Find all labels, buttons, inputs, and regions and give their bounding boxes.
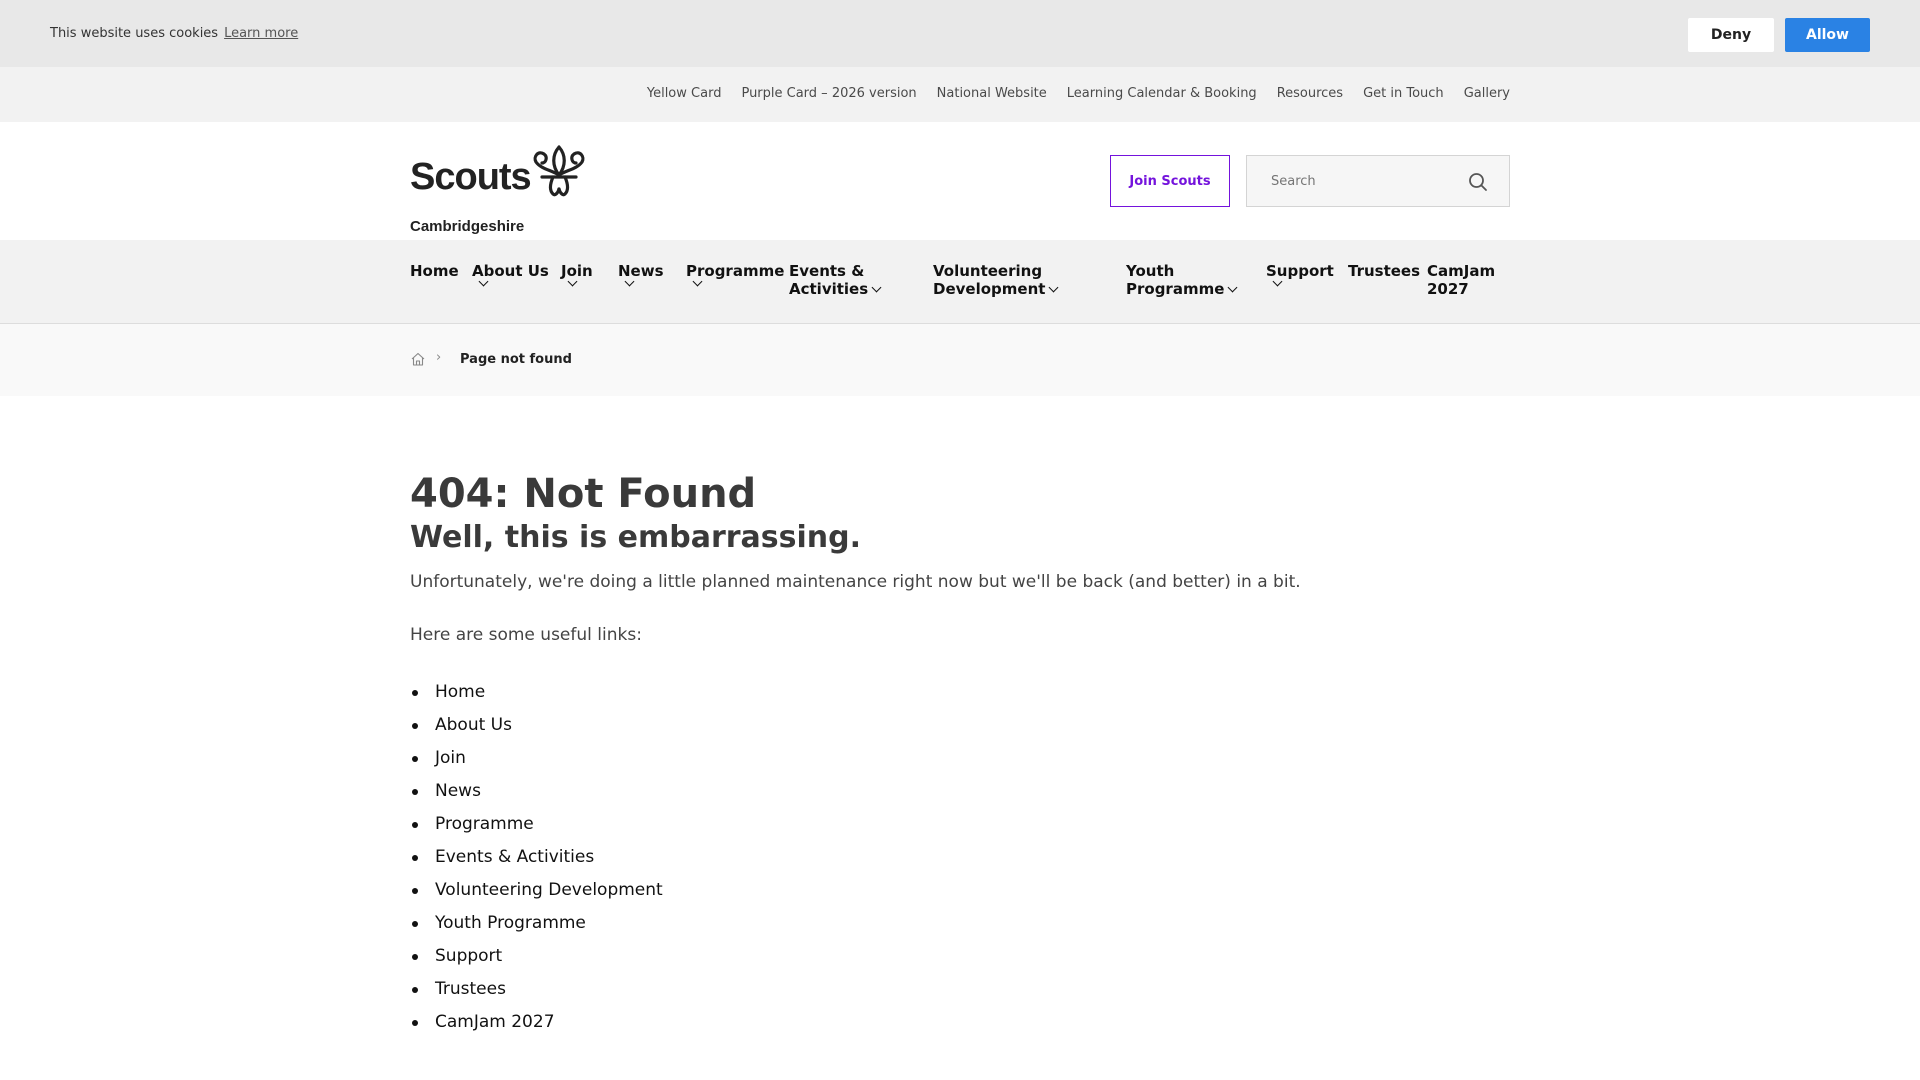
useful-link-volunteering-development[interactable]: Volunteering Development: [410, 874, 1510, 907]
nav-item-about-us[interactable]: About Us: [472, 262, 549, 288]
cookie-allow-button[interactable]: Allow: [1785, 18, 1870, 52]
nav-item-news[interactable]: News: [618, 262, 664, 288]
useful-links-intro: Here are some useful links:: [410, 625, 642, 645]
scouts-logo[interactable]: Scouts Cambridgeshire: [410, 144, 590, 235]
cookie-text: This website uses cookies: [50, 26, 219, 41]
search-input[interactable]: [1247, 156, 1457, 206]
useful-link-events-activities[interactable]: Events & Activities: [410, 841, 1510, 874]
chevron-down-icon: [1227, 282, 1238, 293]
nav-label-line2: Activities: [789, 280, 869, 298]
useful-link-home[interactable]: Home: [410, 676, 1510, 709]
join-scouts-button[interactable]: Join Scouts: [1110, 155, 1230, 207]
utility-link-resources[interactable]: Resources: [1277, 86, 1343, 101]
useful-links-list: Home About Us Join News Programme Events…: [410, 676, 1510, 1039]
chevron-down-icon: [1048, 282, 1059, 293]
nav-item-trustees[interactable]: Trustees: [1348, 262, 1420, 280]
search-box: [1246, 155, 1510, 207]
nav-item-support[interactable]: Support: [1266, 262, 1334, 288]
nav-label-line2: 2027: [1427, 280, 1469, 298]
useful-link-youth-programme[interactable]: Youth Programme: [410, 907, 1510, 940]
breadcrumb-current: Page not found: [460, 352, 572, 367]
utility-link-learning-calendar[interactable]: Learning Calendar & Booking: [1067, 86, 1257, 101]
nav-label: Join: [561, 262, 593, 280]
cookie-learn-more-link[interactable]: Learn more: [224, 26, 298, 41]
useful-link-support[interactable]: Support: [410, 940, 1510, 973]
nav-label-line1: CamJam: [1427, 262, 1496, 280]
logo-wordmark: Scouts: [410, 156, 532, 198]
utility-link-national-website[interactable]: National Website: [937, 86, 1047, 101]
utility-nav: Yellow Card Purple Card – 2026 version N…: [0, 67, 1920, 122]
useful-link-news[interactable]: News: [410, 775, 1510, 808]
page-title: 404: Not Found: [410, 471, 757, 517]
logo-subtitle: Cambridgeshire: [410, 218, 525, 235]
utility-link-yellow-card[interactable]: Yellow Card: [647, 86, 722, 101]
nav-label-line1: Youth: [1126, 262, 1175, 280]
nav-label: Home: [410, 262, 459, 280]
chevron-right-icon: ›: [436, 350, 442, 365]
utility-link-purple-card[interactable]: Purple Card – 2026 version: [741, 86, 916, 101]
nav-label: News: [618, 262, 664, 280]
useful-link-programme[interactable]: Programme: [410, 808, 1510, 841]
utility-links: Yellow Card Purple Card – 2026 version N…: [647, 86, 1510, 101]
utility-link-gallery[interactable]: Gallery: [1464, 86, 1510, 101]
nav-label-line2: Development: [933, 280, 1046, 298]
cookie-banner: This website uses cookies Learn more Deny…: [0, 0, 1920, 67]
main-content: 404: Not Found Well, this is embarrassin…: [410, 470, 1510, 1039]
cookie-message: This website uses cookies Learn more: [50, 26, 298, 41]
maintenance-message: Unfortunately, we're doing a little plan…: [410, 572, 1301, 592]
nav-item-programme[interactable]: Programme: [686, 262, 784, 288]
search-icon[interactable]: [1467, 171, 1489, 193]
home-icon[interactable]: [410, 351, 426, 367]
main-nav: Home About Us Join News Programme Events…: [0, 240, 1920, 324]
site-header: Scouts Cambridgeshire Join Scouts: [0, 122, 1920, 240]
breadcrumb: › Page not found: [0, 324, 1920, 396]
nav-item-youth-programme[interactable]: Youth Programme: [1126, 262, 1238, 298]
nav-item-home[interactable]: Home: [410, 262, 459, 280]
useful-link-about-us[interactable]: About Us: [410, 709, 1510, 742]
nav-item-join[interactable]: Join: [561, 262, 593, 288]
fleur-de-lis-icon: [533, 145, 585, 197]
nav-label: Trustees: [1348, 262, 1421, 280]
chevron-down-icon: [871, 282, 882, 293]
nav-label-line1: Volunteering: [933, 262, 1043, 280]
nav-item-events-activities[interactable]: Events & Activities: [789, 262, 882, 298]
nav-item-volunteering-development[interactable]: Volunteering Development: [933, 262, 1059, 298]
cookie-deny-button[interactable]: Deny: [1688, 18, 1774, 52]
useful-link-join[interactable]: Join: [410, 742, 1510, 775]
page-subtitle: Well, this is embarrassing.: [410, 520, 862, 555]
nav-item-camjam-2027[interactable]: CamJam 2027: [1427, 262, 1495, 298]
nav-label-line1: Events &: [789, 262, 865, 280]
useful-link-trustees[interactable]: Trustees: [410, 973, 1510, 1006]
useful-link-camjam-2027[interactable]: CamJam 2027: [410, 1006, 1510, 1039]
nav-label: Programme: [686, 262, 785, 280]
utility-link-get-in-touch[interactable]: Get in Touch: [1363, 86, 1444, 101]
nav-label-line2: Programme: [1126, 280, 1225, 298]
